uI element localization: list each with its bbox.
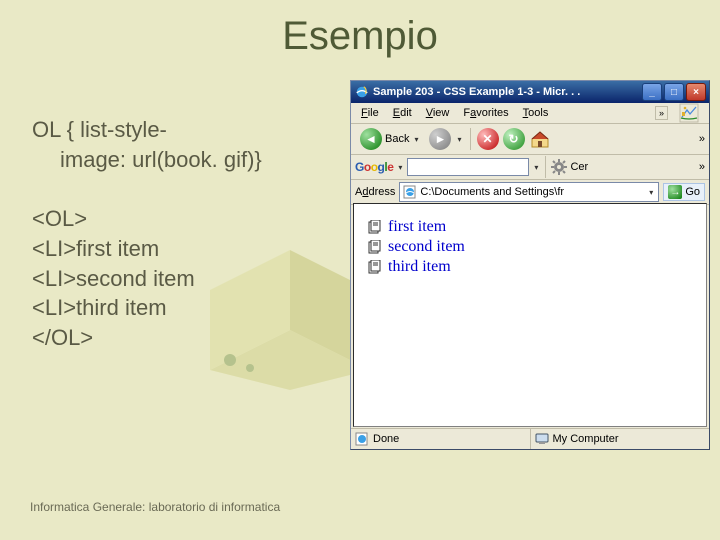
toolbar: ◄ Back ▾ ► ▾ ✕ ↻ » [351,124,709,155]
status-bar: Done My Computer [351,428,709,449]
list-item: second item [368,238,692,256]
css-code-line: image: url(book. gif)} [32,145,342,175]
back-button-label: Back [385,133,409,145]
menu-edit[interactable]: Edit [387,105,418,121]
stop-button[interactable]: ✕ [477,128,499,150]
css-code-line: OL { list-style- [32,115,342,145]
home-button[interactable] [529,129,551,149]
slide-title: Esempio [0,14,720,59]
googlebar-more-button[interactable]: » [699,161,705,173]
ie-icon [355,85,369,99]
chevron-down-icon: ▾ [532,163,540,172]
html-code-line: <OL> [32,204,342,234]
html-code-line: </OL> [32,323,342,353]
maximize-button[interactable]: □ [664,83,684,101]
go-button[interactable]: → Go [663,183,705,201]
close-button[interactable]: × [686,83,706,101]
google-logo: Google [355,160,393,174]
html-code-line: <LI>third item [32,293,342,323]
chevron-down-icon: ▾ [412,135,420,144]
list-item: third item [368,258,692,276]
separator [545,156,546,178]
toolbar-more-button[interactable]: » [699,133,705,145]
book-bullet-icon [368,240,382,254]
ie-throbber-icon [673,101,705,125]
titlebar: Sample 203 - CSS Example 1-3 - Micr. . .… [351,81,709,103]
done-icon [355,432,369,446]
google-cer-label[interactable]: Cer [570,161,588,173]
menubar: File Edit View Favorites Tools » [351,103,709,124]
list-item-text: first item [388,218,446,236]
forward-button[interactable]: ► [429,128,451,150]
chevron-down-icon: ▾ [455,135,463,144]
menu-more-button[interactable]: » [655,106,668,120]
book-bullet-icon [368,260,382,274]
status-done-text: Done [373,433,399,445]
chevron-down-icon: ▾ [396,163,404,172]
separator [470,128,471,150]
menu-file[interactable]: File [355,105,385,121]
titlebar-text: Sample 203 - CSS Example 1-3 - Micr. . . [373,86,580,98]
code-sample-column: OL { list-style- image: url(book. gif)} … [32,115,342,383]
chevron-down-icon: ▾ [647,188,655,197]
google-toolbar: Google ▾ ▾ Cer » [351,155,709,180]
status-zone-text: My Computer [553,433,619,445]
minimize-button[interactable]: _ [642,83,662,101]
page-content: first item second item third item [353,203,707,427]
back-arrow-icon: ◄ [360,128,382,150]
gear-icon[interactable] [551,159,567,175]
address-input[interactable]: C:\Documents and Settings\fr ▾ [399,182,659,202]
address-value: C:\Documents and Settings\fr [420,186,564,198]
menu-tools[interactable]: Tools [517,105,555,121]
list-item: first item [368,218,692,236]
slide-footer: Informatica Generale: laboratorio di inf… [30,500,280,514]
list-item-text: second item [388,238,465,256]
address-bar: Address C:\Documents and Settings\fr ▾ →… [351,180,709,205]
address-label: Address [355,186,395,198]
list-item-text: third item [388,258,451,276]
go-arrow-icon: → [668,185,682,199]
go-button-label: Go [685,186,700,198]
google-search-input[interactable] [407,158,529,176]
menu-view[interactable]: View [420,105,456,121]
back-button[interactable]: ◄ Back ▾ [355,125,425,153]
ie-page-icon [403,185,417,199]
menu-favorites[interactable]: Favorites [457,105,514,121]
book-bullet-icon [368,220,382,234]
refresh-button[interactable]: ↻ [503,128,525,150]
html-code-line: <LI>first item [32,234,342,264]
html-code-line: <LI>second item [32,264,342,294]
browser-window: Sample 203 - CSS Example 1-3 - Micr. . .… [350,80,710,450]
my-computer-icon [535,432,549,446]
